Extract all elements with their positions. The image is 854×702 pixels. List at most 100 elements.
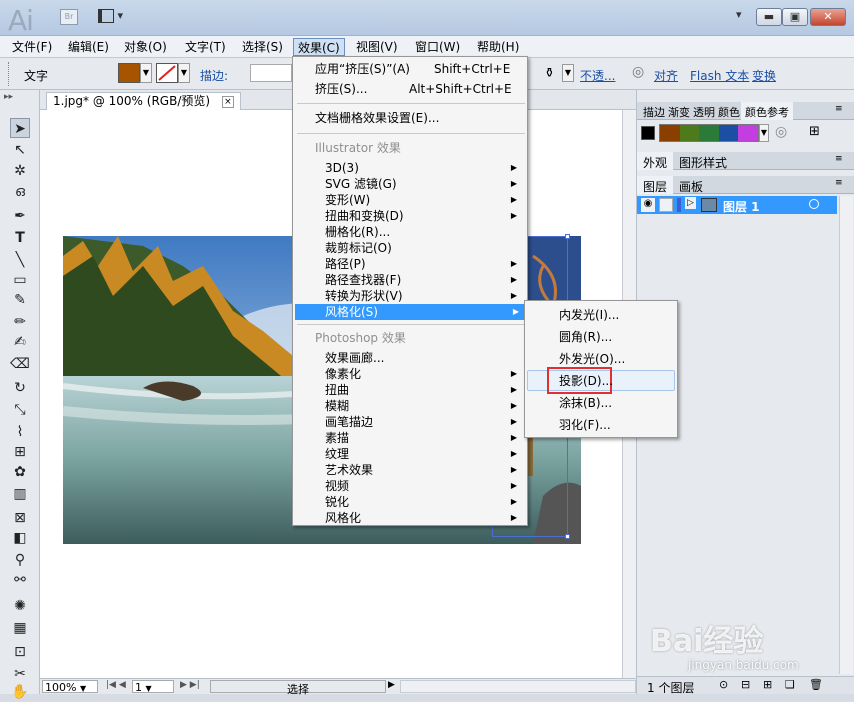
target-icon[interactable] <box>809 199 819 209</box>
tab-stroke[interactable]: 描边 <box>643 104 665 120</box>
submenu-item-feather[interactable]: 羽化(F)... <box>559 417 611 433</box>
opacity-link[interactable]: 不透... <box>580 67 615 84</box>
type-tool-icon[interactable]: T <box>10 228 30 248</box>
tab-artboards[interactable]: 画板 <box>679 178 703 195</box>
submenu-item-round-corners[interactable]: 圆角(R)... <box>559 329 612 345</box>
rectangle-tool-icon[interactable]: ▭ <box>10 270 30 290</box>
menu-item-sketch[interactable]: 素描 ▶ <box>325 430 525 446</box>
layers-scrollbar[interactable] <box>839 196 853 674</box>
column-graph-tool-icon[interactable]: ▥ <box>10 484 30 504</box>
visibility-eye-icon[interactable]: ◉ <box>641 198 655 212</box>
harmony-dropdown-icon[interactable]: ▼ <box>759 124 769 142</box>
base-color-swatch[interactable] <box>641 126 655 140</box>
artboard-tool-icon[interactable]: ⊡ <box>10 642 30 662</box>
menu-item-last-effect[interactable]: 挤压(S)... <box>315 81 367 97</box>
collapse-icon[interactable]: ▸▸ <box>4 92 13 102</box>
stroke-dropdown-icon[interactable]: ▼ <box>178 63 190 83</box>
direct-selection-tool-icon[interactable]: ↖ <box>10 140 30 160</box>
new-layer-icon[interactable]: ❑ <box>785 678 795 691</box>
menu-item-texture[interactable]: 纹理 ▶ <box>325 446 525 462</box>
layer-name[interactable]: 图层 1 <box>723 198 760 215</box>
zoom-field[interactable]: 100% ▼ <box>42 680 98 694</box>
menu-item-video[interactable]: 视频 ▶ <box>325 478 525 494</box>
menu-help[interactable]: 帮助(H) <box>473 38 523 56</box>
menu-item-blur[interactable]: 模糊 ▶ <box>325 398 525 414</box>
arrange-documents-button[interactable]: ▾ <box>98 9 130 25</box>
status-menu-icon[interactable]: ▶ <box>388 680 395 690</box>
menu-edit[interactable]: 编辑(E) <box>64 38 113 56</box>
paintbrush-tool-icon[interactable]: ✎ <box>10 290 30 310</box>
menu-item-apply-last[interactable]: 应用“挤压(S)”(A) <box>315 61 410 77</box>
appearance-menu-icon[interactable]: ≡ <box>835 154 843 164</box>
menu-item-distort-transform[interactable]: 扭曲和变换(D) ▶ <box>325 208 525 224</box>
next-artboard-icon[interactable]: ▶ ▶| <box>180 680 200 690</box>
blend-tool-icon[interactable]: ⚯ <box>10 570 30 590</box>
locate-object-icon[interactable]: ⊙ <box>719 678 728 691</box>
close-tab-icon[interactable]: × <box>221 95 234 108</box>
tab-transparency[interactable]: 透明 <box>693 104 715 120</box>
expand-layer-icon[interactable]: ▷ <box>685 197 696 209</box>
tab-color-guide[interactable]: 颜色参考 <box>741 102 793 120</box>
bridge-button[interactable]: Br <box>60 9 78 25</box>
line-tool-icon[interactable]: ╲ <box>10 250 30 270</box>
menu-item-sharpen[interactable]: 锐化 ▶ <box>325 494 525 510</box>
clipping-mask-icon[interactable]: ⊟ <box>741 678 750 691</box>
pen-tool-icon[interactable]: ✒ <box>10 206 30 226</box>
menu-item-raster-settings[interactable]: 文档栅格效果设置(E)... <box>315 110 439 126</box>
hand-tool-icon[interactable]: ✋ <box>10 682 30 702</box>
tab-gradient[interactable]: 渐变 <box>668 104 690 120</box>
maximize-button[interactable]: ▣ <box>782 8 808 26</box>
symbol-sprayer-2-tool-icon[interactable]: ✺ <box>10 596 30 616</box>
flash-text-link[interactable]: Flash 文本 <box>690 67 749 84</box>
artboard-field[interactable]: 1 ▼ <box>132 680 174 694</box>
gradient-tool-icon[interactable]: ◧ <box>10 528 30 548</box>
delete-layer-icon[interactable]: 🗑 <box>809 678 823 691</box>
menu-type[interactable]: 文字(T) <box>181 38 230 56</box>
mesh-tool-icon[interactable]: ⊠ <box>10 508 30 528</box>
submenu-item-outer-glow[interactable]: 外发光(O)... <box>559 351 625 367</box>
menu-item-stylize-highlighted[interactable]: 风格化(S) ▶ <box>295 304 527 320</box>
new-sublayer-icon[interactable]: ⊞ <box>763 678 772 691</box>
align-link[interactable]: 对齐 <box>654 67 678 84</box>
fill-swatch[interactable] <box>118 63 140 83</box>
menu-item-artistic[interactable]: 艺术效果 ▶ <box>325 462 525 478</box>
magic-wand-tool-icon[interactable]: ✲ <box>10 161 30 181</box>
symbol-sprayer-tool-icon[interactable]: ✿ <box>10 462 30 482</box>
menu-file[interactable]: 文件(F) <box>8 38 56 56</box>
status-tool[interactable]: 选择 <box>210 680 386 696</box>
menu-item-brush-strokes[interactable]: 画笔描边 ▶ <box>325 414 525 430</box>
submenu-item-inner-glow[interactable]: 内发光(I)... <box>559 307 619 323</box>
harmony-colors[interactable] <box>659 124 759 142</box>
stroke-weight-input[interactable] <box>250 64 292 82</box>
menu-item-distort[interactable]: 扭曲 ▶ <box>325 382 525 398</box>
slice-tool-icon[interactable]: ✂ <box>10 664 30 684</box>
blob-brush-tool-icon[interactable]: ✍ <box>10 332 30 352</box>
scale-tool-icon[interactable]: ⤡ <box>10 400 30 420</box>
menu-item-convert-to-shape[interactable]: 转换为形状(V) ▶ <box>325 288 525 304</box>
recolor-artwork-icon[interactable]: ◎ <box>775 124 787 140</box>
selection-handle[interactable] <box>565 234 570 239</box>
menu-item-warp[interactable]: 变形(W) ▶ <box>325 192 525 208</box>
brush-icon[interactable]: ⚱ <box>544 66 555 81</box>
recolor-icon[interactable]: ◎ <box>632 64 644 80</box>
rotate-tool-icon[interactable]: ↻ <box>10 378 30 398</box>
menu-effect[interactable]: 效果(C) <box>293 38 345 56</box>
lasso-tool-icon[interactable]: ഒ <box>10 182 30 202</box>
pencil-tool-icon[interactable]: ✏ <box>10 312 30 332</box>
tab-layers[interactable]: 图层 <box>637 176 674 194</box>
layer-row[interactable]: ◉ ▷ 图层 1 <box>637 196 837 214</box>
tab-appearance[interactable]: 外观 <box>637 152 674 170</box>
transform-link[interactable]: 变换 <box>752 67 776 84</box>
menu-item-pathfinder[interactable]: 路径查找器(F) ▶ <box>325 272 525 288</box>
menu-item-pixelate[interactable]: 像素化 ▶ <box>325 366 525 382</box>
warp-tool-icon[interactable]: ⌇ <box>10 422 30 442</box>
stroke-label[interactable]: 描边: <box>200 67 228 84</box>
menu-window[interactable]: 窗口(W) <box>411 38 464 56</box>
save-color-group-icon[interactable]: ⊞ <box>809 124 820 139</box>
selection-handle[interactable] <box>565 534 570 539</box>
lock-toggle[interactable] <box>659 198 673 212</box>
submenu-item-drop-shadow[interactable]: 投影(D)... <box>559 373 613 389</box>
menu-object[interactable]: 对象(O) <box>120 38 171 56</box>
menu-item-stylize-photoshop[interactable]: 风格化 ▶ <box>325 510 525 526</box>
eyedropper-tool-icon[interactable]: ⚲ <box>10 550 30 570</box>
